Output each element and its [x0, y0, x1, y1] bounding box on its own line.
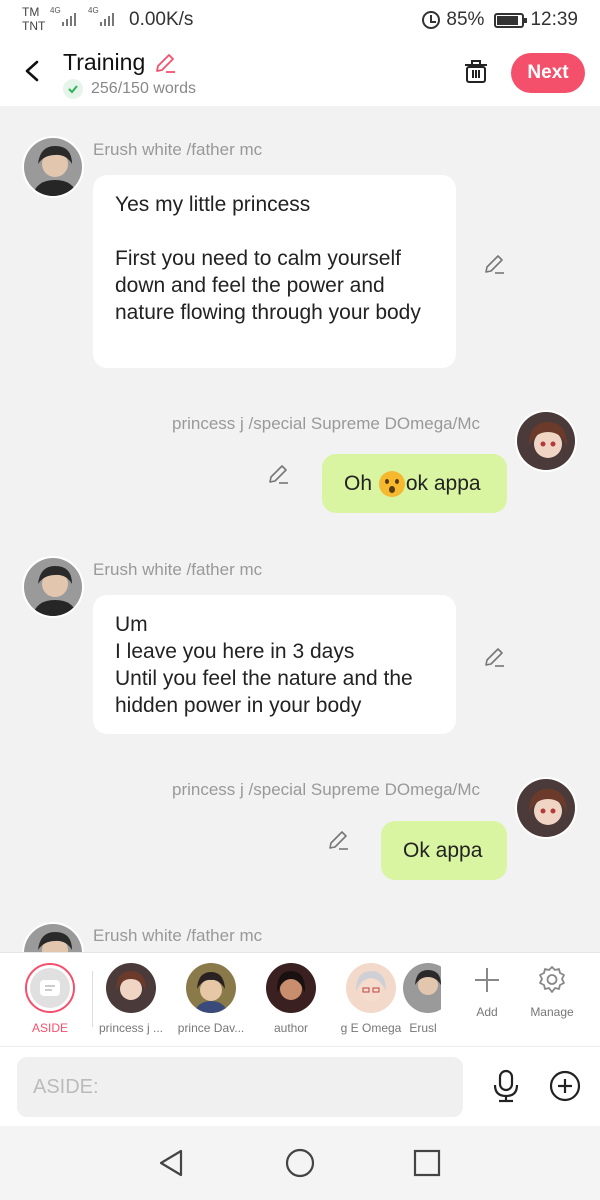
battery-percent: 85%: [446, 9, 485, 30]
check-icon: [63, 79, 83, 99]
message-text: Oh: [344, 472, 378, 495]
avatar: [403, 963, 441, 1013]
trash-icon[interactable]: [462, 58, 490, 86]
astonished-face-icon: [378, 470, 405, 497]
add-character-button[interactable]: Add: [457, 965, 517, 1019]
character-item[interactable]: Erusl: [391, 963, 441, 1035]
avatar: [106, 963, 156, 1013]
message-bubble[interactable]: Ok appa: [381, 821, 507, 880]
narration-icon: [40, 980, 60, 996]
avatar-erush[interactable]: [22, 922, 84, 952]
signal-icon: 4G: [88, 6, 114, 26]
character-item[interactable]: author: [251, 963, 331, 1035]
nav-back-icon[interactable]: [157, 1148, 187, 1178]
status-bar: TM TNT 4G 4G 0.00K/s 85% 12:39: [0, 0, 600, 40]
aside-input[interactable]: [17, 1057, 463, 1117]
carrier-bottom: TNT: [22, 19, 46, 33]
header: Training 256/150 words Next: [0, 40, 600, 106]
next-button[interactable]: Next: [511, 53, 585, 93]
sender-name: Erush white /father mc: [93, 926, 263, 945]
back-arrow-icon[interactable]: [20, 58, 46, 84]
nav-recents-icon[interactable]: [412, 1148, 442, 1178]
story-title[interactable]: Training: [63, 49, 177, 76]
alarm-icon: [422, 11, 441, 29]
message-bubble[interactable]: Oh ok appa: [322, 454, 507, 513]
avatar: [346, 963, 396, 1013]
system-navigation-bar: [0, 1126, 600, 1200]
character-label: Erusl: [409, 1021, 437, 1035]
message-bubble[interactable]: Yes my little princess First you need to…: [93, 175, 456, 368]
word-count: 256/150 words: [63, 79, 196, 99]
sender-name: Erush white /father mc: [93, 140, 263, 159]
avatar-erush[interactable]: [22, 136, 84, 198]
character-item[interactable]: princess j ...: [91, 963, 171, 1035]
character-label: prince Dav...: [177, 1021, 245, 1035]
character-bar: ASIDE princess j ... prince Dav... autho…: [0, 952, 600, 1046]
manage-button[interactable]: Manage: [522, 965, 582, 1019]
message-bubble[interactable]: Um I leave you here in 3 days Until you …: [93, 595, 456, 734]
network-type-label: 4G: [88, 6, 99, 15]
character-label: ASIDE: [31, 1021, 68, 1035]
page-title: Training: [63, 49, 146, 75]
network-speed: 0.00K/s: [129, 9, 194, 30]
carrier-top: TM: [22, 5, 40, 19]
character-item[interactable]: prince Dav...: [171, 963, 251, 1035]
edit-message-icon[interactable]: [266, 462, 290, 486]
plus-icon: [475, 968, 499, 992]
sender-name: princess j /special Supreme DOmega/Mc: [172, 780, 481, 799]
signal-icons: 4G 4G: [50, 6, 114, 26]
add-label: Add: [476, 1005, 498, 1019]
sender-name: princess j /special Supreme DOmega/Mc: [172, 414, 481, 433]
aside-avatar: [25, 963, 75, 1013]
avatar-erush[interactable]: [22, 556, 84, 618]
avatar: [266, 963, 316, 1013]
character-aside[interactable]: ASIDE: [10, 963, 90, 1035]
network-type-label: 4G: [50, 6, 61, 15]
signal-icon: 4G: [50, 6, 76, 26]
word-count-text: 256/150 words: [91, 80, 196, 97]
input-bar: [0, 1046, 600, 1126]
chat-area[interactable]: Erush white /father mc Yes my little pri…: [0, 106, 600, 952]
edit-title-icon[interactable]: [153, 51, 177, 75]
sender-name: Erush white /father mc: [93, 560, 263, 579]
carrier-labels: TM TNT: [22, 5, 45, 33]
message-text: ok appa: [405, 472, 481, 495]
character-label: author: [273, 1021, 309, 1035]
avatar-princess[interactable]: [515, 777, 577, 839]
manage-label: Manage: [530, 1005, 574, 1019]
avatar-princess[interactable]: [515, 410, 577, 472]
clock: 12:39: [530, 9, 578, 30]
plus-circle-icon[interactable]: [548, 1069, 582, 1103]
edit-message-icon[interactable]: [326, 828, 350, 852]
character-label: princess j ...: [98, 1021, 164, 1035]
nav-home-icon[interactable]: [285, 1148, 315, 1178]
edit-message-icon[interactable]: [482, 252, 506, 276]
avatar: [186, 963, 236, 1013]
battery-icon: [494, 12, 528, 28]
gear-icon: [539, 966, 565, 993]
microphone-icon[interactable]: [490, 1069, 522, 1103]
edit-message-icon[interactable]: [482, 645, 506, 669]
status-right: 85% 12:39: [422, 9, 578, 31]
